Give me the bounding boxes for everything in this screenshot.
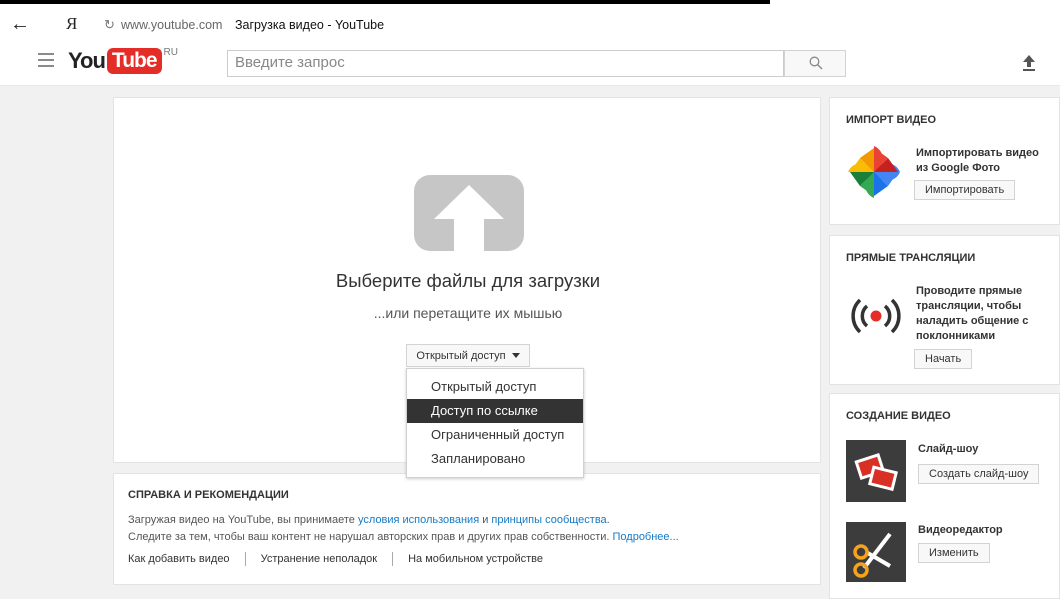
privacy-option-scheduled[interactable]: Запланировано bbox=[407, 447, 583, 471]
help-terms-prefix: Загружая видео на YouTube, вы принимаете bbox=[128, 514, 358, 526]
browser-page-title: Загрузка видео - YouTube bbox=[235, 18, 385, 32]
divider bbox=[244, 552, 246, 566]
create-slideshow-button[interactable]: Создать слайд-шоу bbox=[918, 464, 1040, 484]
search-button[interactable] bbox=[784, 50, 846, 77]
live-description: Проводите прямые трансляции, чтобы налад… bbox=[916, 284, 1028, 344]
help-terms-suffix: . bbox=[606, 514, 610, 526]
help-terms-line: Загружая видео на YouTube, вы принимаете… bbox=[128, 514, 610, 526]
privacy-selected-label: Открытый доступ bbox=[416, 349, 506, 362]
live-card-title: ПРЯМЫЕ ТРАНСЛЯЦИИ bbox=[846, 252, 976, 264]
privacy-option-public[interactable]: Открытый доступ bbox=[407, 375, 583, 399]
divider bbox=[392, 552, 394, 566]
search-input[interactable]: Введите запрос bbox=[227, 50, 784, 77]
yandex-logo[interactable]: Я bbox=[66, 14, 77, 34]
privacy-dropdown-menu: Открытый доступ Доступ по ссылке Огранич… bbox=[406, 368, 584, 478]
browser-address-bar: ← Я ↻ www.youtube.com Загрузка видео - Y… bbox=[0, 8, 1060, 42]
troubleshooting-link[interactable]: Устранение неполадок bbox=[261, 553, 378, 565]
search-icon bbox=[809, 56, 823, 70]
privacy-option-private[interactable]: Ограниченный доступ bbox=[407, 423, 583, 447]
help-copyright-line: Следите за тем, чтобы ваш контент не нар… bbox=[128, 531, 679, 543]
logo-tube-text: Tube bbox=[106, 48, 162, 74]
live-desc-line: Проводите прямые bbox=[916, 285, 1023, 297]
privacy-option-unlisted[interactable]: Доступ по ссылке bbox=[407, 399, 583, 423]
logo-you-text: You bbox=[68, 48, 106, 73]
youtube-header: You Tube RU Введите запрос bbox=[0, 42, 1060, 86]
choose-files-title: Выберите файлы для загрузки bbox=[335, 270, 601, 291]
learn-more-link[interactable]: Подробнее... bbox=[613, 531, 679, 543]
upload-icon[interactable] bbox=[1022, 54, 1036, 72]
import-description: Импортировать видео из Google Фото bbox=[916, 146, 1039, 176]
help-title: Справка и рекомендации bbox=[128, 489, 289, 501]
create-card-title: СОЗДАНИЕ ВИДЕО bbox=[846, 410, 951, 422]
address-domain[interactable]: www.youtube.com bbox=[121, 18, 222, 32]
slideshow-icon bbox=[846, 440, 906, 502]
import-video-card: ИМПОРТ ВИДЕО Импортировать видео из Goog… bbox=[829, 97, 1060, 225]
youtube-logo[interactable]: You Tube RU bbox=[68, 47, 178, 75]
how-to-upload-link[interactable]: Как добавить видео bbox=[128, 553, 230, 565]
live-desc-line: поклонниками bbox=[916, 330, 996, 342]
live-broadcast-icon bbox=[851, 298, 901, 334]
live-desc-line: наладить общение с bbox=[916, 315, 1029, 327]
video-editor-icon bbox=[846, 522, 906, 582]
hamburger-menu-icon[interactable] bbox=[38, 53, 54, 67]
logo-region-text: RU bbox=[163, 47, 178, 58]
reload-icon[interactable]: ↻ bbox=[104, 17, 115, 33]
slideshow-title: Слайд-шоу bbox=[918, 443, 979, 455]
help-copyright-text: Следите за тем, чтобы ваш контент не нар… bbox=[128, 531, 613, 543]
help-panel: Справка и рекомендации Загружая видео на… bbox=[113, 473, 821, 585]
live-streaming-card: ПРЯМЫЕ ТРАНСЛЯЦИИ Проводите прямые транс… bbox=[829, 235, 1060, 385]
caret-down-icon bbox=[511, 353, 520, 358]
live-desc-line: трансляции, чтобы bbox=[916, 300, 1022, 312]
back-arrow-icon[interactable]: ← bbox=[10, 13, 30, 36]
google-photos-icon bbox=[848, 146, 900, 198]
video-editor-title: Видеоредактор bbox=[918, 524, 1003, 536]
community-guidelines-link[interactable]: принципы сообщества bbox=[491, 514, 606, 526]
terms-of-service-link[interactable]: условия использования bbox=[358, 514, 479, 526]
privacy-dropdown-button[interactable]: Открытый доступ bbox=[406, 344, 530, 367]
mobile-upload-link[interactable]: На мобильном устройстве bbox=[408, 553, 543, 565]
top-border-line bbox=[0, 0, 770, 4]
help-links-row: Как добавить видео Устранение неполадок … bbox=[128, 552, 543, 566]
import-desc-line: Импортировать видео bbox=[916, 147, 1039, 159]
import-card-title: ИМПОРТ ВИДЕО bbox=[846, 114, 937, 126]
import-desc-line: из Google Фото bbox=[916, 162, 1001, 174]
start-live-button[interactable]: Начать bbox=[914, 349, 973, 369]
import-button[interactable]: Импортировать bbox=[914, 180, 1016, 200]
create-video-card: СОЗДАНИЕ ВИДЕО Слайд-шоу Создать слайд-ш… bbox=[829, 393, 1060, 599]
upload-arrow-icon[interactable] bbox=[414, 175, 524, 251]
drag-drop-hint: ...или перетащите их мышью bbox=[373, 305, 563, 321]
help-terms-and: и bbox=[479, 514, 492, 526]
edit-video-button[interactable]: Изменить bbox=[918, 543, 990, 563]
